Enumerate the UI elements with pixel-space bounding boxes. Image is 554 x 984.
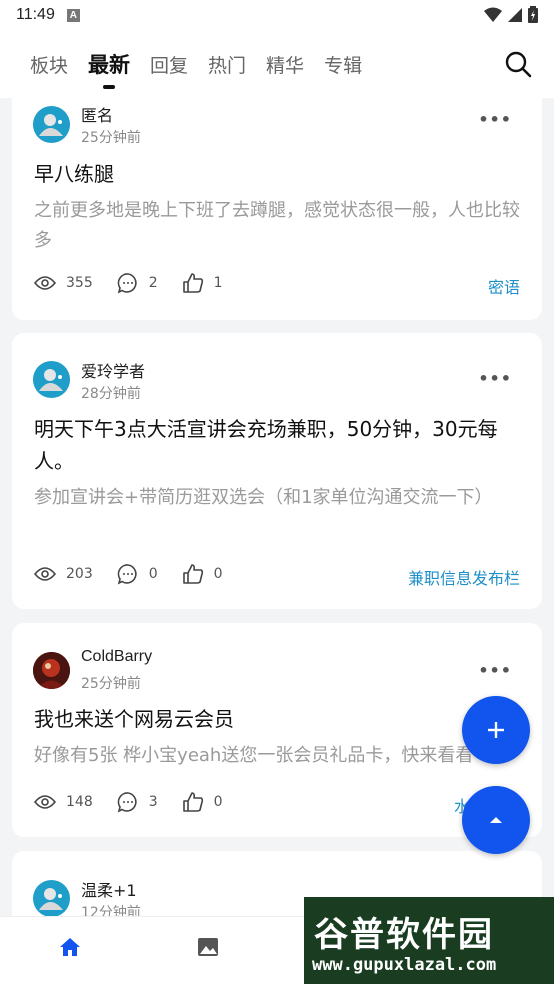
avatar[interactable]	[33, 880, 70, 916]
thumbs-up-icon	[182, 273, 203, 293]
post-stats: 355 2 1	[34, 272, 247, 294]
view-count-value: 203	[66, 566, 93, 582]
view-count: 203	[34, 566, 93, 582]
tab-featured[interactable]: 精华	[266, 51, 304, 78]
view-count: 148	[34, 794, 93, 810]
avatar[interactable]	[33, 652, 70, 689]
create-post-button[interactable]	[462, 696, 530, 764]
status-time: 11:49	[16, 6, 55, 23]
post-excerpt[interactable]: 之前更多地是晚上下班了去蹲腿，感觉状态很一般，人也比较多	[34, 196, 524, 256]
post-card[interactable]: 爱玲学者 28分钟前 ••• 明天下午3点大活宣讲会充场兼职，50分钟，30元每…	[12, 333, 542, 609]
post-title[interactable]: 早八练腿	[34, 158, 526, 190]
board-tag[interactable]: 兼职信息发布栏	[408, 565, 520, 589]
watermark-url: www.gupuxlazal.com	[312, 955, 497, 975]
comment-icon	[117, 792, 137, 813]
post-time: 28分钟前	[81, 386, 141, 402]
comment-icon	[117, 564, 137, 585]
comment-count[interactable]: 3	[117, 791, 158, 813]
scroll-to-top-button[interactable]	[462, 786, 530, 854]
post-time: 25分钟前	[81, 130, 141, 146]
comment-icon	[117, 273, 137, 294]
watermark-logo: 谷普软件园 www.gupuxlazal.com	[304, 897, 554, 984]
view-count-value: 148	[66, 794, 93, 810]
post-feed[interactable]: 匿名 25分钟前 ••• 早八练腿 之前更多地是晚上下班了去蹲腿，感觉状态很一般…	[12, 98, 542, 916]
search-icon[interactable]	[504, 50, 532, 78]
post-excerpt[interactable]: 好像有5张 桦小宝yeah送您一张会员礼品卡，快来看看	[34, 741, 524, 771]
tab-hot[interactable]: 热门	[208, 51, 246, 78]
more-options-button[interactable]: •••	[478, 661, 512, 680]
like-count-value: 1	[213, 275, 223, 291]
tab-boards[interactable]: 板块	[30, 51, 68, 78]
plus-icon	[488, 722, 504, 738]
notification-badge: A	[66, 8, 80, 22]
comment-count-value: 0	[148, 566, 158, 582]
watermark-title: 谷普软件园	[314, 915, 494, 955]
view-count: 355	[34, 275, 93, 291]
caret-up-icon	[490, 817, 502, 823]
post-time: 25分钟前	[81, 676, 141, 692]
post-title[interactable]: 我也来送个网易云会员	[34, 703, 526, 735]
post-card[interactable]: 匿名 25分钟前 ••• 早八练腿 之前更多地是晚上下班了去蹲腿，感觉状态很一般…	[12, 98, 542, 320]
top-navigation: 板块 最新 回复 热门 精华 专辑	[0, 30, 554, 98]
thumbs-up-icon	[182, 564, 203, 584]
tab-latest[interactable]: 最新	[88, 49, 130, 79]
author-name[interactable]: 温柔+1	[81, 877, 137, 901]
status-bar: 11:49 A	[0, 0, 554, 30]
signal-icon	[508, 7, 522, 22]
post-title[interactable]: 明天下午3点大活宣讲会充场兼职，50分钟，30元每人。	[34, 413, 526, 477]
avatar[interactable]	[33, 361, 70, 398]
image-icon[interactable]	[196, 935, 220, 959]
avatar[interactable]	[33, 106, 70, 143]
comment-count-value: 3	[148, 794, 158, 810]
tab-albums[interactable]: 专辑	[324, 51, 362, 78]
status-icons	[484, 6, 538, 23]
more-options-button[interactable]: •••	[478, 110, 512, 129]
board-tag[interactable]: 密语	[488, 274, 520, 298]
wifi-icon	[484, 7, 502, 22]
tab-replies[interactable]: 回复	[150, 51, 188, 78]
home-icon[interactable]	[58, 935, 82, 959]
eye-icon	[34, 795, 56, 809]
author-name[interactable]: 匿名	[81, 102, 113, 126]
comment-count[interactable]: 2	[117, 272, 158, 294]
post-stats: 203 0 0	[34, 563, 247, 585]
battery-icon	[528, 6, 538, 23]
comment-count[interactable]: 0	[117, 563, 158, 585]
post-stats: 148 3 0	[34, 791, 247, 813]
like-count-value: 0	[213, 794, 223, 810]
like-count[interactable]: 1	[182, 272, 223, 294]
post-excerpt[interactable]: 参加宣讲会+带简历逛双选会（和1家单位沟通交流一下）	[34, 483, 524, 513]
eye-icon	[34, 567, 56, 581]
eye-icon	[34, 276, 56, 290]
thumbs-up-icon	[182, 792, 203, 812]
more-options-button[interactable]: •••	[478, 369, 512, 388]
post-time: 12分钟前	[81, 905, 141, 916]
author-name[interactable]: 爱玲学者	[81, 358, 145, 382]
comment-count-value: 2	[148, 275, 158, 291]
like-count[interactable]: 0	[182, 791, 223, 813]
view-count-value: 355	[66, 275, 93, 291]
author-name[interactable]: ColdBarry	[81, 648, 152, 666]
like-count-value: 0	[213, 566, 223, 582]
like-count[interactable]: 0	[182, 563, 223, 585]
